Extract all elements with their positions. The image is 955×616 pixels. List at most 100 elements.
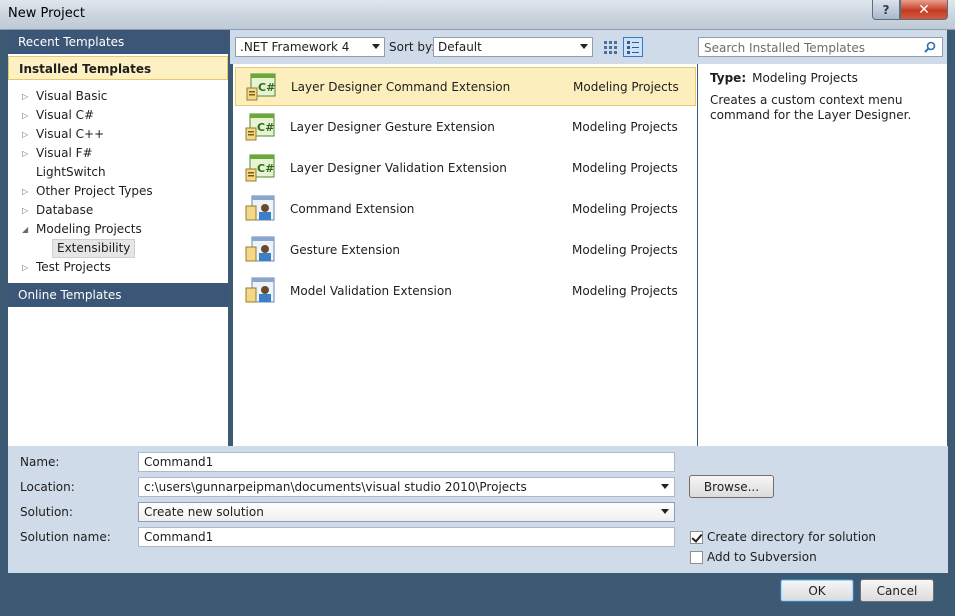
search-icon[interactable] [924,41,936,53]
solution-name-field[interactable]: Command1 [138,527,675,547]
chevron-down-icon [580,44,588,49]
category-tree: ▷ Visual Basic ▷ Visual C# ▷ Visual C++ … [8,87,228,277]
window-title: New Project [8,6,85,21]
template-name: Layer Designer Command Extension [291,80,511,94]
ok-button[interactable]: OK [780,579,854,602]
add-to-subversion-checkbox[interactable] [690,551,703,564]
csharp-project-icon: C# [246,73,276,101]
installed-templates-header[interactable]: Installed Templates [8,56,228,80]
collapse-arrow-icon[interactable]: ◢ [22,220,32,239]
location-label: Location: [20,480,75,494]
expand-arrow-icon[interactable]: ▷ [22,182,32,201]
chevron-down-icon[interactable] [661,484,669,489]
tree-item-visual-fsharp[interactable]: ▷ Visual F# [8,144,228,163]
recent-templates-header[interactable]: Recent Templates [8,30,228,54]
tree-item-test-projects[interactable]: ▷ Test Projects [8,258,228,277]
expand-arrow-icon[interactable]: ▷ [22,125,32,144]
template-category: Modeling Projects [572,243,678,257]
modeling-project-icon [245,277,275,303]
tree-item-visual-csharp[interactable]: ▷ Visual C# [8,106,228,125]
expand-arrow-icon[interactable]: ▷ [22,258,32,277]
solution-name-label: Solution name: [20,530,111,544]
template-toolbar: .NET Framework 4 Sort by: Default [230,30,698,64]
close-button[interactable]: ✕ [900,0,948,20]
template-category: Modeling Projects [572,284,678,298]
template-item[interactable]: C# Layer Designer Gesture Extension Mode… [235,108,696,147]
browse-label: Browse... [703,479,760,494]
solution-value: Create new solution [144,505,264,519]
tree-item-label: LightSwitch [36,165,106,179]
svg-text:C#: C# [258,81,275,94]
expand-arrow-icon[interactable]: ▷ [22,201,32,220]
chevron-down-icon [372,44,380,49]
create-directory-checkbox[interactable] [690,531,703,544]
tree-item-label: Modeling Projects [36,222,142,236]
project-settings-form: Name: Command1 Location: c:\users\gunnar… [8,446,948,573]
template-name: Layer Designer Gesture Extension [290,120,495,134]
help-icon: ? [882,2,890,17]
small-icons-view-button[interactable] [600,37,620,57]
browse-button[interactable]: Browse... [689,475,774,498]
template-category: Modeling Projects [573,80,679,94]
template-list: C# Layer Designer Command Extension Mode… [233,64,697,446]
template-item[interactable]: Command Extension Modeling Projects [235,190,696,229]
tree-item-label: Extensibility [52,239,136,258]
template-category: Modeling Projects [572,161,678,175]
template-name: Command Extension [290,202,415,216]
dialog-footer: OK Cancel [0,573,955,616]
name-label: Name: [20,455,60,469]
template-name: Model Validation Extension [290,284,452,298]
framework-select[interactable]: .NET Framework 4 [235,37,385,57]
small-icons-view-icon [604,41,617,54]
help-button[interactable]: ? [872,0,900,20]
tree-item-database[interactable]: ▷ Database [8,201,228,220]
template-categories-panel: Recent Templates Installed Templates ▷ V… [8,30,228,446]
template-item[interactable]: C# Layer Designer Command Extension Mode… [235,67,696,106]
tree-item-label: Visual C++ [36,127,105,141]
type-label: Type: [710,71,747,85]
template-name: Gesture Extension [290,243,401,257]
tree-item-label: Database [36,203,94,217]
template-item[interactable]: C# Layer Designer Validation Extension M… [235,149,696,188]
template-category: Modeling Projects [572,202,678,216]
type-value: Modeling Projects [752,71,858,85]
sort-by-select[interactable]: Default [433,37,593,57]
search-input[interactable]: Search Installed Templates [698,37,943,57]
location-value: c:\users\gunnarpeipman\documents\visual … [144,480,527,494]
csharp-project-icon: C# [245,154,275,182]
tree-item-visual-basic[interactable]: ▷ Visual Basic [8,87,228,106]
location-field[interactable]: c:\users\gunnarpeipman\documents\visual … [138,477,675,497]
tree-item-label: Test Projects [36,260,111,274]
tree-item-label: Visual Basic [36,89,108,103]
tree-item-lightswitch[interactable]: LightSwitch [8,163,228,182]
template-item[interactable]: Gesture Extension Modeling Projects [235,231,696,270]
search-area: Search Installed Templates [698,30,947,64]
tree-item-label: Visual C# [36,108,95,122]
sort-by-value: Default [438,40,482,54]
cancel-label: Cancel [876,583,918,598]
expand-arrow-icon[interactable]: ▷ [22,144,32,163]
modeling-project-icon [245,195,275,221]
online-templates-header[interactable]: Online Templates [8,283,228,307]
expand-arrow-icon[interactable]: ▷ [22,87,32,106]
title-bar: New Project ? ✕ [0,0,955,30]
template-category: Modeling Projects [572,120,678,134]
template-item[interactable]: Model Validation Extension Modeling Proj… [235,272,696,311]
expand-arrow-icon[interactable]: ▷ [22,106,32,125]
tree-item-extensibility[interactable]: Extensibility [8,239,228,258]
template-details-panel: Type: Modeling Projects Creates a custom … [698,64,947,446]
tree-item-modeling-projects[interactable]: ◢ Modeling Projects [8,220,228,239]
tree-item-visual-cpp[interactable]: ▷ Visual C++ [8,125,228,144]
tree-item-other-project-types[interactable]: ▷ Other Project Types [8,182,228,201]
add-to-subversion-label: Add to Subversion [707,550,817,564]
sort-by-label: Sort by: [389,40,436,54]
solution-select[interactable]: Create new solution [138,502,675,522]
modeling-project-icon [245,236,275,262]
solution-name-value: Command1 [144,530,214,544]
medium-icons-view-button[interactable] [623,37,643,57]
name-field[interactable]: Command1 [138,452,675,472]
close-icon: ✕ [918,1,930,18]
cancel-button[interactable]: Cancel [860,579,934,602]
template-name: Layer Designer Validation Extension [290,161,507,175]
chevron-down-icon [661,509,669,514]
